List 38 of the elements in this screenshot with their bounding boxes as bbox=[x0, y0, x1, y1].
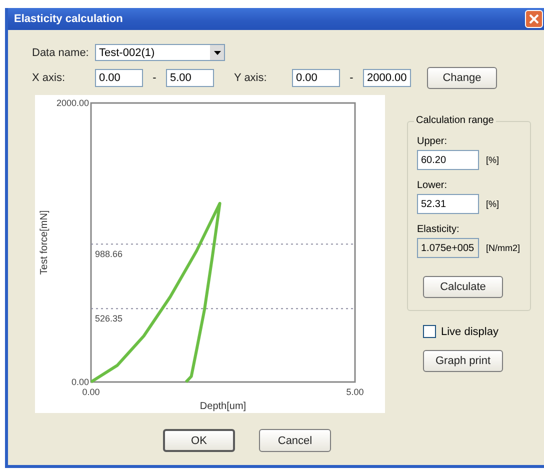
calculate-button[interactable]: Calculate bbox=[423, 276, 503, 298]
window-title: Elasticity calculation bbox=[14, 13, 123, 25]
live-display-label: Live display bbox=[441, 326, 498, 338]
y-axis-label: Y axis: bbox=[234, 72, 268, 84]
cancel-button[interactable]: Cancel bbox=[259, 429, 331, 452]
graph-print-button[interactable]: Graph print bbox=[423, 350, 503, 372]
live-display-checkbox[interactable] bbox=[423, 325, 436, 338]
threshold-label: 526.35 bbox=[95, 314, 123, 324]
elasticity-label: Elasticity: bbox=[417, 224, 460, 235]
range-separator: - bbox=[152, 72, 158, 84]
close-icon bbox=[529, 14, 539, 24]
percent-unit: [%] bbox=[486, 155, 500, 165]
lower-field[interactable]: 52.31 bbox=[417, 194, 479, 214]
data-name-label: Data name: bbox=[32, 46, 90, 58]
x-tick-label: 5.00 bbox=[346, 387, 364, 397]
elasticity-unit: [N/mm2] bbox=[486, 243, 520, 253]
close-button[interactable] bbox=[525, 10, 543, 28]
group-title: Calculation range bbox=[414, 115, 496, 126]
x-max-field[interactable]: 5.00 bbox=[166, 69, 214, 87]
lower-label: Lower: bbox=[417, 180, 448, 191]
y-tick-label: 0.00 bbox=[71, 377, 89, 387]
ok-button[interactable]: OK bbox=[163, 429, 235, 452]
y-axis-title: Test force[mN] bbox=[39, 210, 50, 275]
upper-label: Upper: bbox=[417, 136, 448, 147]
threshold-label: 988.66 bbox=[95, 249, 123, 260]
y-tick-label: 2000.00 bbox=[56, 98, 89, 108]
x-axis-label: X axis: bbox=[32, 72, 66, 84]
y-max-field[interactable]: 2000.00 bbox=[363, 69, 411, 87]
upper-field[interactable]: 60.20 bbox=[417, 150, 479, 170]
change-button[interactable]: Change bbox=[427, 67, 497, 89]
y-min-field[interactable]: 0.00 bbox=[292, 69, 340, 87]
elasticity-field[interactable]: 1.075e+005 bbox=[417, 238, 479, 258]
x-axis-title: Depth[um] bbox=[200, 401, 246, 412]
x-min-field[interactable]: 0.00 bbox=[95, 69, 143, 87]
percent-unit: [%] bbox=[486, 199, 500, 209]
x-tick-label: 0.00 bbox=[82, 387, 100, 397]
range-separator: - bbox=[348, 72, 354, 84]
data-name-dropdown[interactable]: Test-002(1) bbox=[95, 44, 225, 61]
